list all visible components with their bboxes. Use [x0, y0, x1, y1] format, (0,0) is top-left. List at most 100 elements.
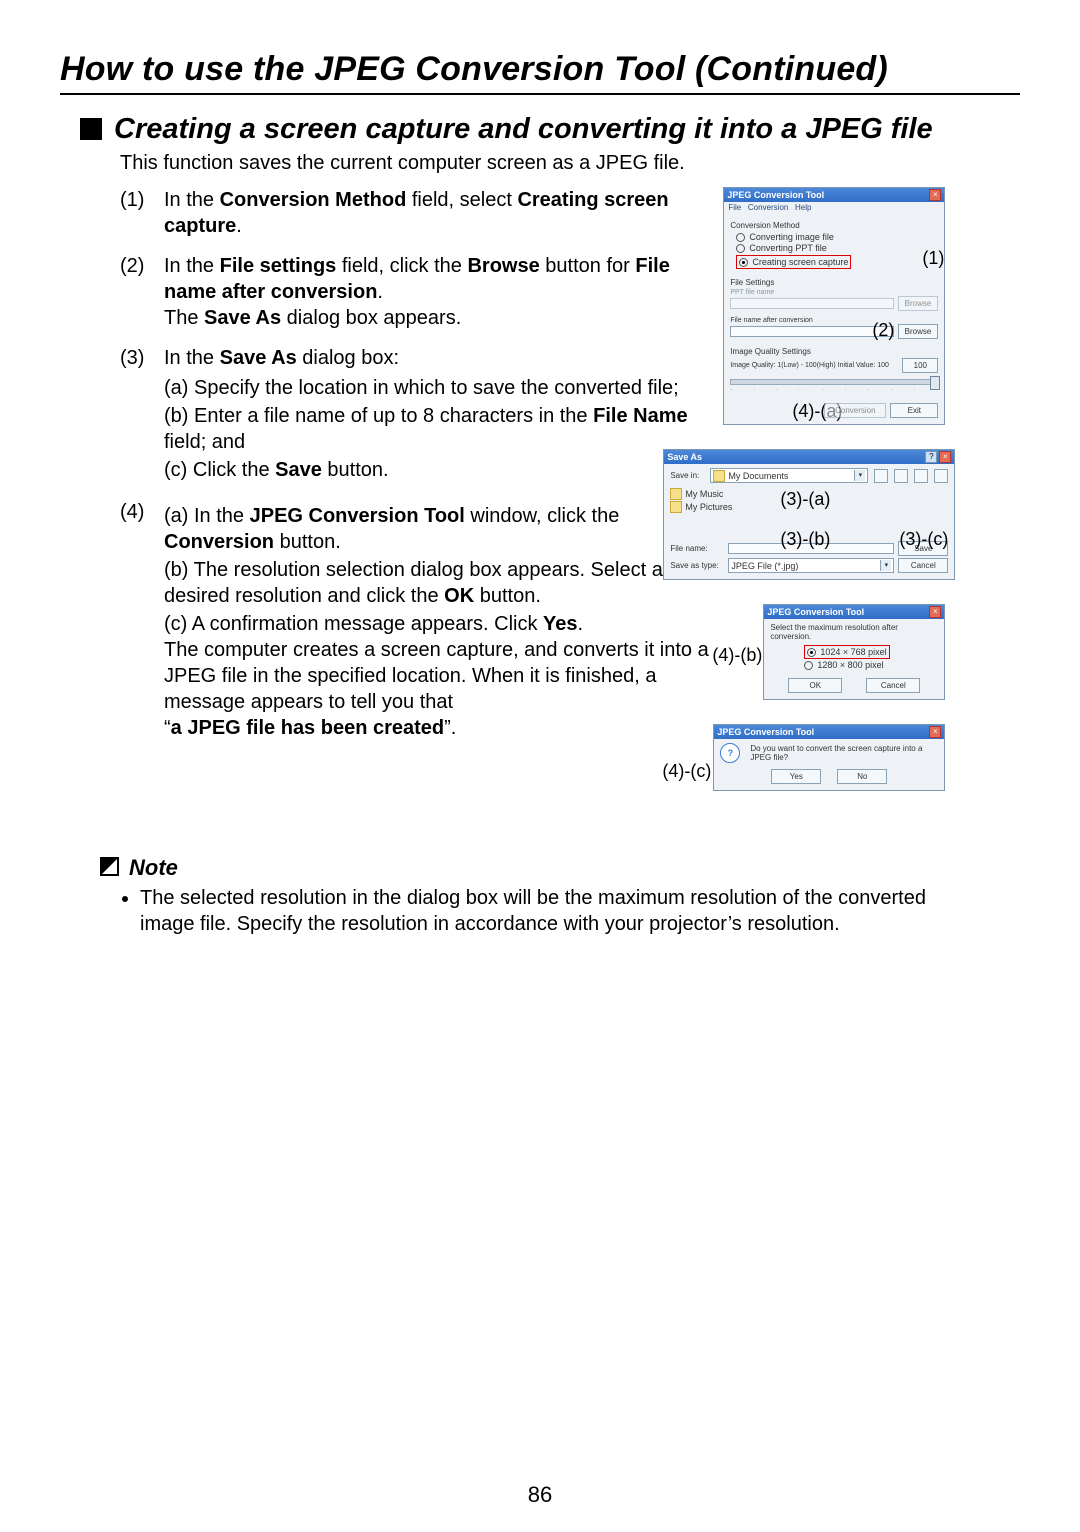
radio-creating-screen-capture[interactable]: Creating screen capture: [736, 255, 851, 269]
section-title: Creating a screen capture and converting…: [80, 113, 1020, 146]
slider-thumb-icon: [930, 376, 940, 390]
back-icon[interactable]: [874, 469, 888, 483]
radio-converting-ppt[interactable]: Converting PPT file: [736, 243, 938, 253]
step-number: (2): [120, 253, 164, 331]
browse-ppt-button: Browse: [898, 296, 939, 311]
no-button[interactable]: No: [837, 769, 887, 784]
radio-converting-image[interactable]: Converting image file: [736, 232, 938, 242]
close-icon[interactable]: ×: [939, 451, 951, 463]
menu-conversion[interactable]: Conversion: [748, 203, 788, 212]
step-body: (a) In the JPEG Conversion Tool window, …: [164, 499, 713, 743]
exit-button[interactable]: Exit: [890, 403, 938, 418]
figure-jpeg-tool-window: JPEG Conversion Tool × File Conversion H…: [723, 187, 945, 425]
menu-help[interactable]: Help: [795, 203, 811, 212]
substeps: (a) Specify the location in which to sav…: [164, 375, 713, 483]
step-body: In the Save As dialog box: (a) Specify t…: [164, 345, 713, 485]
figure-resolution-dialog: JPEG Conversion Tool × Select the maximu…: [763, 604, 945, 700]
two-column-layout: (1) In the Conversion Method field, sele…: [120, 187, 1020, 815]
quality-label: Image Quality: 1(Low) - 100(High) Initia…: [730, 362, 898, 369]
callout-2: (2): [872, 320, 894, 341]
menu-file[interactable]: File: [728, 203, 741, 212]
step-list: (1) In the Conversion Method field, sele…: [120, 187, 713, 743]
callout-1: (1): [922, 248, 944, 269]
quality-value[interactable]: 100: [902, 358, 938, 373]
yes-button[interactable]: Yes: [771, 769, 821, 784]
figures-column: JPEG Conversion Tool × File Conversion H…: [723, 187, 1020, 815]
filename-label: File name:: [670, 544, 724, 553]
chevron-down-icon: ▾: [880, 560, 891, 571]
steps-column: (1) In the Conversion Method field, sele…: [120, 187, 713, 757]
cancel-button[interactable]: Cancel: [898, 558, 948, 573]
substep-3b: (b) Enter a file name of up to 8 charact…: [164, 403, 713, 455]
callout-3a: (3)-(a): [780, 489, 830, 510]
callout-3b: (3)-(b): [780, 529, 830, 550]
close-icon[interactable]: ×: [929, 189, 941, 201]
titlebar: JPEG Conversion Tool ×: [714, 725, 944, 739]
ok-button[interactable]: OK: [788, 678, 842, 693]
step-3: (3) In the Save As dialog box: (a) Speci…: [120, 345, 713, 485]
group-image-quality: Image Quality Settings: [730, 347, 938, 356]
substep-3c: (c) Click the Save button.: [164, 457, 713, 483]
note-item: The selected resolution in the dialog bo…: [140, 885, 960, 937]
window-body: Conversion Method Converting image file …: [724, 213, 944, 424]
substep-4a: (a) In the JPEG Conversion Tool window, …: [164, 503, 713, 555]
figure-save-as-dialog: Save As ? × Save in: My Documents ▾: [663, 449, 955, 580]
titlebar: Save As ? ×: [664, 450, 954, 464]
radio-icon: [736, 233, 745, 242]
substep-4b: (b) The resolution selection dialog box …: [164, 557, 713, 609]
group-file-settings: File Settings: [730, 278, 938, 287]
folder-icon: [713, 470, 725, 482]
step-body: In the Conversion Method field, select C…: [164, 187, 713, 239]
step-number: (4): [120, 499, 164, 743]
folder-icon: [670, 488, 682, 500]
page-number: 86: [0, 1482, 1080, 1508]
radio-1024x768[interactable]: 1024 × 768 pixel: [804, 645, 889, 659]
views-icon[interactable]: [934, 469, 948, 483]
window-body: ? Do you want to convert the screen capt…: [714, 739, 944, 790]
help-icon[interactable]: ?: [925, 451, 937, 463]
menubar: File Conversion Help: [724, 202, 944, 213]
save-in-dropdown[interactable]: My Documents ▾: [710, 468, 868, 483]
confirm-message: Do you want to convert the screen captur…: [750, 744, 938, 762]
browse-after-button[interactable]: Browse: [898, 324, 939, 339]
callout-4c: (4)-(c): [662, 761, 711, 782]
save-in-value: My Documents: [728, 471, 788, 481]
group-conversion-method: Conversion Method: [730, 221, 938, 230]
new-folder-icon[interactable]: [914, 469, 928, 483]
step-1: (1) In the Conversion Method field, sele…: [120, 187, 713, 239]
after-conversion-input[interactable]: [730, 326, 893, 337]
saveastype-label: Save as type:: [670, 561, 724, 570]
quality-slider[interactable]: [730, 379, 938, 385]
step-2: (2) In the File settings field, click th…: [120, 253, 713, 331]
step-number: (3): [120, 345, 164, 485]
note-heading: Note: [100, 855, 1020, 881]
cancel-button[interactable]: Cancel: [866, 678, 920, 693]
callout-3c: (3)-(c): [899, 529, 948, 550]
callout-4b: (4)-(b): [712, 645, 762, 666]
close-icon[interactable]: ×: [929, 726, 941, 738]
title-divider: [60, 93, 1020, 95]
window-title: JPEG Conversion Tool: [727, 190, 929, 200]
saveastype-dropdown[interactable]: JPEG File (*.jpg) ▾: [728, 558, 894, 573]
radio-icon: [739, 258, 748, 267]
window-title: JPEG Conversion Tool: [767, 607, 929, 617]
substep-3a: (a) Specify the location in which to sav…: [164, 375, 713, 401]
close-icon[interactable]: ×: [929, 606, 941, 618]
radio-1280x800[interactable]: 1280 × 800 pixel: [804, 660, 938, 670]
ppt-filename-input[interactable]: [730, 298, 893, 309]
ppt-filename-label: PPT file name: [730, 289, 938, 296]
window-body: Save in: My Documents ▾ My Music: [664, 464, 954, 579]
window-title: JPEG Conversion Tool: [717, 727, 929, 737]
resolution-message: Select the maximum resolution after conv…: [770, 623, 938, 641]
after-conversion-label: File name after conversion: [730, 317, 938, 324]
conversion-button[interactable]: Conversion: [824, 403, 886, 418]
figure-confirm-dialog: JPEG Conversion Tool × ? Do you want to …: [713, 724, 945, 791]
page-title: How to use the JPEG Conversion Tool (Con…: [60, 50, 1020, 89]
saveastype-value: JPEG File (*.jpg): [731, 561, 798, 571]
radio-icon: [804, 661, 813, 670]
folder-icon: [670, 501, 682, 513]
radio-icon: [807, 648, 816, 657]
up-icon[interactable]: [894, 469, 908, 483]
chevron-down-icon: ▾: [854, 470, 865, 481]
note-heading-text: Note: [129, 855, 178, 880]
